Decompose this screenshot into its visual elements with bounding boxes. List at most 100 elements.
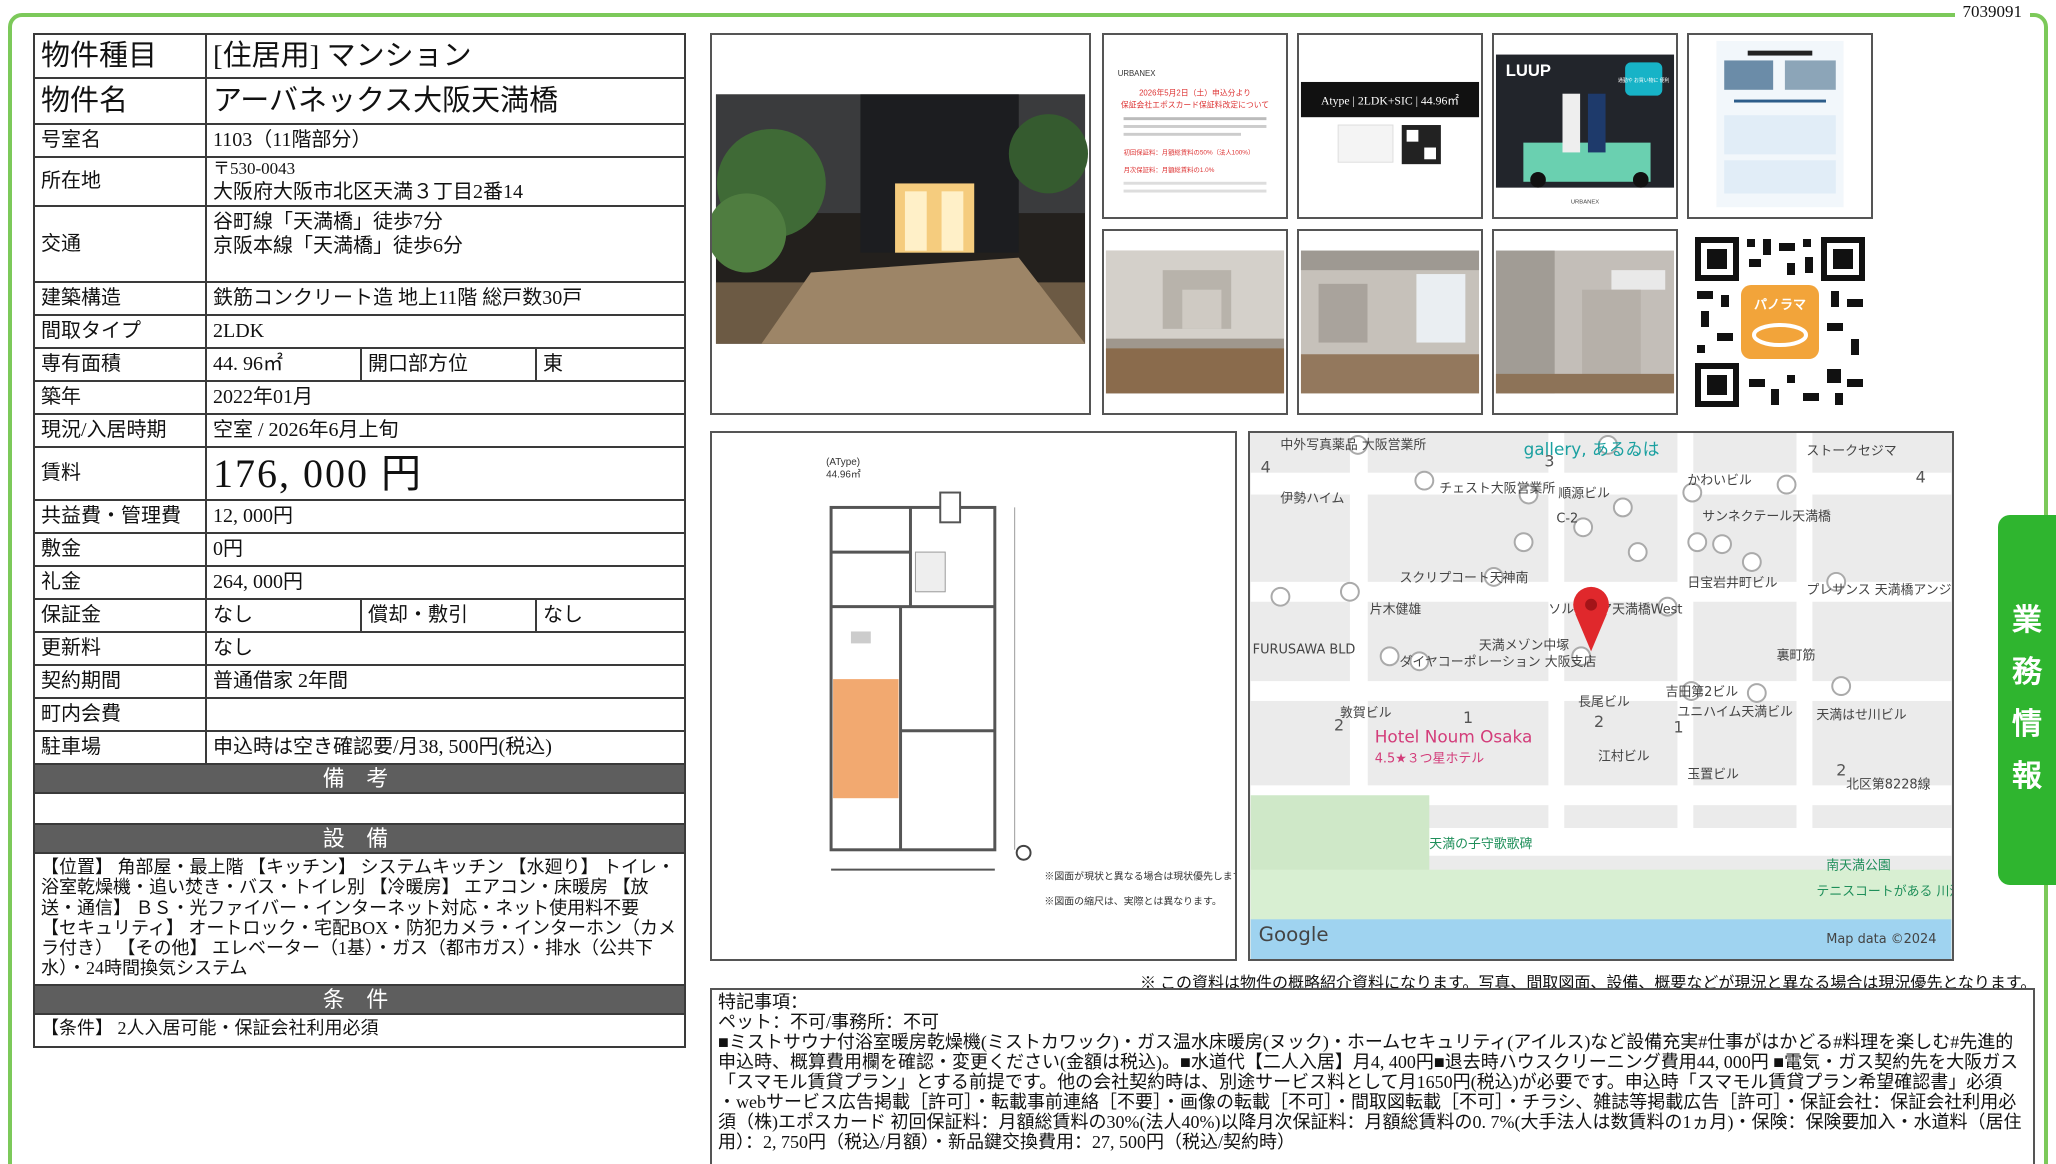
type-label: 物件種目 bbox=[33, 33, 207, 79]
map-label: 江村ビル bbox=[1598, 750, 1650, 765]
remarks-header: 備 考 bbox=[33, 762, 686, 795]
area-value: 44. 96㎡ bbox=[205, 347, 362, 382]
map-poi-marker[interactable] bbox=[1414, 470, 1435, 491]
equipment-header: 設 備 bbox=[33, 823, 686, 855]
guarantee-notice-flyer: URBANEX 2026年5月2日（土）申込分より 保証会社エポスカード保証料改… bbox=[1102, 33, 1288, 219]
interior-photo-3 bbox=[1492, 229, 1678, 415]
panorama-qr-code[interactable]: パノラマ bbox=[1687, 229, 1873, 415]
direction-label: 開口部方位 bbox=[360, 347, 537, 382]
map-label: テニスコートがある 川沿いのエリア bbox=[1816, 884, 1952, 899]
business-info-tab[interactable]: 業務情報 bbox=[1998, 515, 2056, 885]
map-label: ストークセジマ bbox=[1806, 444, 1896, 459]
fee-value: 12, 000円 bbox=[205, 499, 686, 534]
map-poi-marker[interactable] bbox=[1379, 646, 1400, 667]
map-poi-marker[interactable] bbox=[1712, 534, 1733, 555]
map-label: 天満メゾン中塚 bbox=[1479, 638, 1569, 653]
map-poi-marker[interactable] bbox=[1776, 474, 1797, 495]
map-poi-marker[interactable] bbox=[1831, 676, 1852, 696]
built-label: 築年 bbox=[33, 380, 207, 415]
map-label: 片木健雄 bbox=[1370, 603, 1422, 618]
conditions-header: 条 件 bbox=[33, 984, 686, 1016]
map-poi-marker[interactable] bbox=[1339, 581, 1360, 602]
side-tab-char: 業 bbox=[2012, 603, 2042, 638]
map-label: 天満はせ川ビル bbox=[1816, 708, 1906, 723]
luup-flyer: LUUP 通勤や お買い物に 便利 URBANEX bbox=[1492, 33, 1678, 219]
built-value: 2022年01月 bbox=[205, 380, 686, 415]
map-block-number: 2 bbox=[1836, 760, 1846, 779]
renewal-label: 更新料 bbox=[33, 631, 207, 666]
flyer-urbanex-brand: URBANEX bbox=[1118, 69, 1157, 78]
map-label: C-2 bbox=[1556, 511, 1578, 526]
info-flyer bbox=[1687, 33, 1873, 219]
map-label: FURUSAWA BLD bbox=[1253, 642, 1356, 657]
room-label: 号室名 bbox=[33, 123, 207, 158]
fee-label: 共益費・管理費 bbox=[33, 499, 207, 534]
map-poi-marker[interactable] bbox=[1513, 532, 1534, 553]
luup-brand: LUUP bbox=[1506, 61, 1551, 80]
interior-photo-1 bbox=[1102, 229, 1288, 415]
remarks-empty-cell bbox=[33, 792, 686, 826]
remarks-line-2: ■ミストサウナ付浴室暖房乾燥機(ミストカワック)・ガス温水床暖房(ヌック)・ホー… bbox=[718, 1032, 2019, 1092]
flyer-notice-line-4: 月次保証料：月額総賃料の1.0% bbox=[1124, 165, 1215, 174]
map-label: 中外写真薬品 大阪営業所 bbox=[1280, 437, 1426, 453]
location-map[interactable]: 中外写真薬品 大阪営業所 gallery, あるゐは ストークセジマ 伊勢ハイム チェス… bbox=[1248, 431, 1954, 961]
rent-value: 176, 000 円 bbox=[205, 446, 686, 501]
map-poi-marker[interactable] bbox=[1746, 683, 1767, 703]
map-label: 吉田第2ビル bbox=[1666, 685, 1739, 700]
map-poi-marker[interactable] bbox=[1270, 586, 1291, 607]
remarks-line-3: ・webサービス広告掲載［許可］・転載事前連絡［不要］・画像の転載［不可］・間取… bbox=[718, 1092, 2022, 1152]
deposit-label: 敷金 bbox=[33, 532, 207, 567]
type-card-text: Atype | 2LDK+SIC | 44.96㎡ bbox=[1321, 94, 1459, 107]
community-fee-value bbox=[205, 697, 686, 732]
key-money-label: 礼金 bbox=[33, 565, 207, 600]
document-id: 7039091 bbox=[1954, 2, 2030, 22]
floorplan-area-label: 44.96㎡ bbox=[826, 469, 861, 481]
transport-line-2: 京阪本線「天満橋」徒歩6分 bbox=[213, 235, 463, 257]
guarantee-label: 保証金 bbox=[33, 598, 207, 633]
map-label: ソルティア天満橋West bbox=[1548, 603, 1682, 618]
equipment-text: 【位置】 角部屋・最上階 【キッチン】 システムキッチン 【水廻り】 トイレ・浴… bbox=[33, 852, 686, 987]
remarks-title: 特記事項： bbox=[718, 992, 808, 1012]
interior-photo-2 bbox=[1297, 229, 1483, 415]
map-label: ダイヤコーポレーション 大阪支店 bbox=[1400, 655, 1597, 670]
map-label: 玉置ビル bbox=[1687, 767, 1739, 782]
direction-value: 東 bbox=[535, 347, 686, 382]
map-poi-marker[interactable] bbox=[1627, 542, 1648, 563]
floorplan-note-2: ※図面の縮尺は、実際とは異なります。 bbox=[1044, 894, 1221, 907]
side-tab-char: 情 bbox=[2012, 707, 2042, 742]
flyer-notice-line-1: 2026年5月2日（土）申込分より bbox=[1139, 88, 1251, 98]
address-cell: 〒530-0043 大阪府大阪市北区天満３丁目2番14 bbox=[205, 156, 686, 207]
map-label: 長尾ビル bbox=[1578, 695, 1630, 710]
map-label: Hotel Noum Osaka bbox=[1375, 727, 1533, 747]
map-block-number: 4 bbox=[1916, 468, 1926, 487]
layout-value: 2LDK bbox=[205, 314, 686, 349]
map-label: 順源ビル bbox=[1558, 487, 1610, 502]
map-poi-marker[interactable] bbox=[1687, 532, 1708, 553]
map-label: ユニハイム天満ビル bbox=[1677, 705, 1793, 720]
contract-value: 普通借家 2年間 bbox=[205, 664, 686, 699]
layout-label: 間取タイプ bbox=[33, 314, 207, 349]
type-value: [住居用] マンション bbox=[205, 33, 686, 79]
guarantee-value: なし bbox=[205, 598, 362, 633]
map-label: チェスト大阪営業所 bbox=[1439, 481, 1555, 497]
map-label: サンネクテール天満橋 bbox=[1702, 509, 1831, 524]
map-label: 南天満公園 bbox=[1826, 858, 1890, 874]
structure-value: 鉄筋コンクリート造 地上11階 総戸数30戸 bbox=[205, 281, 686, 316]
remarks-line-1: ペット：不可/事務所：不可 bbox=[718, 1012, 939, 1032]
property-spec-table: 物件種目 [住居用] マンション 物件名 アーバネックス大阪天満橋 号室名 11… bbox=[33, 33, 686, 1049]
luup-bubble: 通勤や お買い物に 便利 bbox=[1618, 77, 1670, 84]
map-block-number: 1 bbox=[1463, 708, 1473, 727]
parking-label: 駐車場 bbox=[33, 730, 207, 765]
floorplan-type-label: (AType) bbox=[826, 457, 860, 468]
side-tab-char: 報 bbox=[2012, 759, 2042, 794]
key-money-value: 264, 000円 bbox=[205, 565, 686, 600]
map-label: 日宝岩井町ビル bbox=[1687, 576, 1777, 591]
map-label: プレサンス 天満橋アンジェ bbox=[1806, 583, 1952, 598]
conditions-text: 【条件】 2人入居可能・保証会社利用必須 bbox=[33, 1013, 686, 1049]
status-label: 現況/入居時期 bbox=[33, 413, 207, 448]
map-poi-marker[interactable] bbox=[1741, 552, 1762, 572]
flyer-notice-line-3: 初回保証料：月額総賃料の50%（法人100%） bbox=[1124, 147, 1255, 156]
map-block-number: 1 bbox=[1673, 718, 1683, 737]
map-block-number: 3 bbox=[1544, 452, 1554, 471]
map-poi-marker[interactable] bbox=[1612, 497, 1633, 518]
